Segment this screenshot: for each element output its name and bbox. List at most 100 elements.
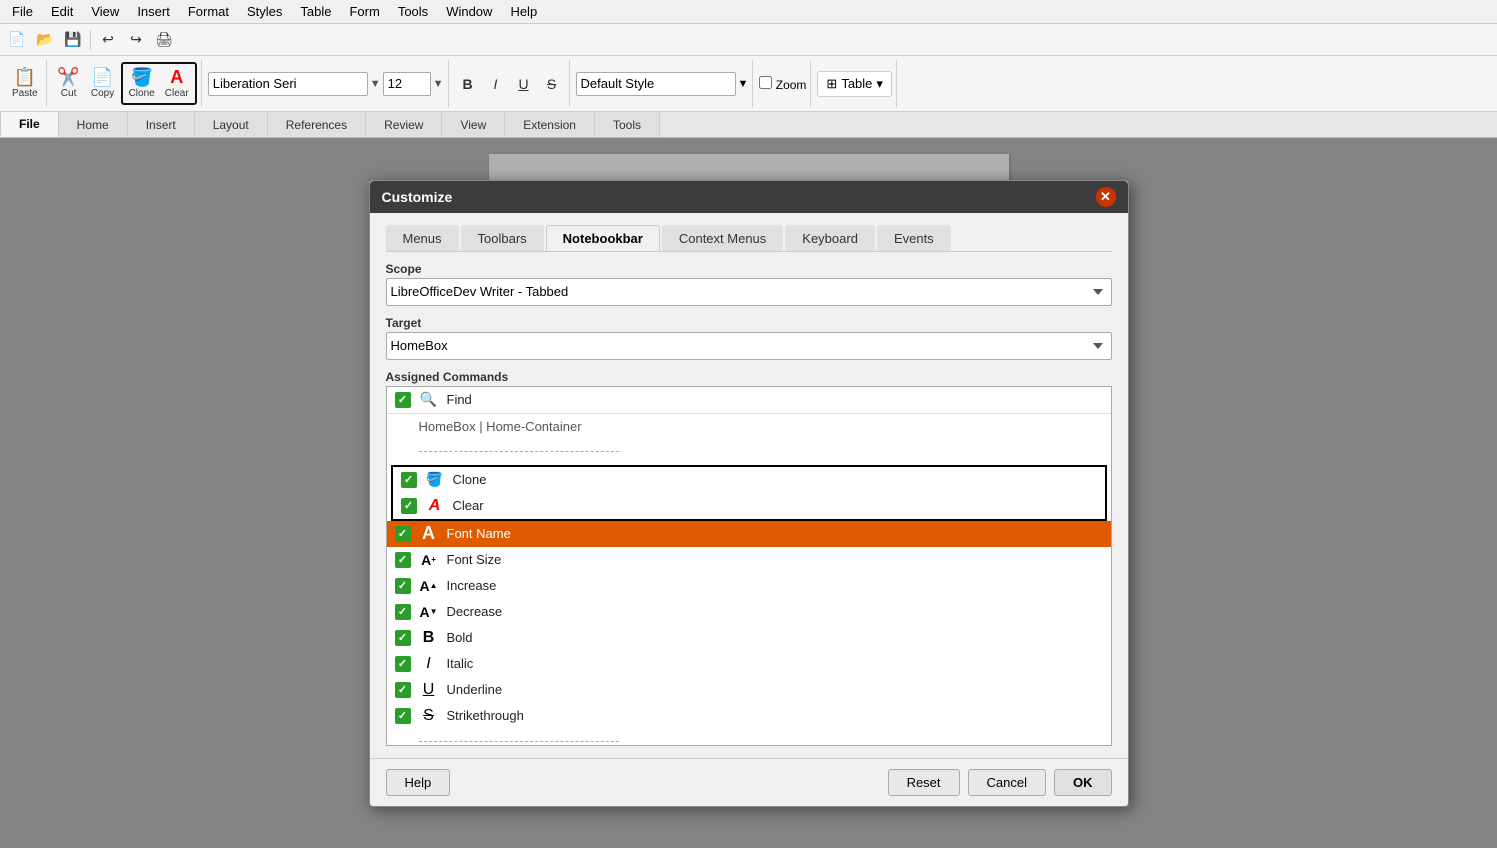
commands-list[interactable]: 🔍 Find HomeBox | Home-Container [386,386,1112,746]
nb-tab-extension[interactable]: Extension [505,112,595,137]
cmd-underline-checkbox[interactable] [395,682,411,698]
menu-edit[interactable]: Edit [43,2,81,21]
copy-button[interactable]: 📄 Copy [87,66,119,101]
cmd-clone-checkbox[interactable] [401,472,417,488]
copy-label: Copy [91,88,114,99]
cmd-sep1 [387,439,1111,465]
font-size-label: ▼ [370,78,381,90]
zoom-checkbox-label: Zoom [759,76,806,92]
cmd-bold[interactable]: B Bold [387,625,1111,651]
undo-button[interactable]: ↩ [95,27,121,53]
style-group: ▼ [572,60,754,107]
toolbar-sep-1 [90,30,91,50]
clear-label: Clear [165,88,189,99]
cmd-increase-label: Increase [447,578,497,593]
nb-tab-layout[interactable]: Layout [195,112,268,137]
clone-button[interactable]: 🪣 Clone [125,66,159,101]
menu-bar: File Edit View Insert Format Styles Tabl… [0,0,1497,24]
cut-button[interactable]: ✂️ Cut [53,66,85,101]
clear-button[interactable]: A Clear [161,66,193,101]
cmd-bold-icon: B [419,628,439,648]
cut-label: Cut [61,88,77,99]
underline-button[interactable]: U [511,71,537,97]
nb-tab-review[interactable]: Review [366,112,442,137]
cmd-strikethrough-checkbox[interactable] [395,708,411,724]
cmd-find-icon: 🔍 [419,390,439,410]
style-input[interactable] [576,72,736,96]
nb-tab-file[interactable]: File [0,112,59,137]
dialog-tab-notebookbar[interactable]: Notebookbar [546,225,660,251]
help-button[interactable]: Help [386,769,451,796]
zoom-checkbox[interactable] [759,76,772,89]
menu-tools[interactable]: Tools [390,2,436,21]
menu-view[interactable]: View [83,2,127,21]
cmd-increase[interactable]: A▲ Increase [387,573,1111,599]
cmd-font-size[interactable]: A+ Font Size [387,547,1111,573]
clone-icon: 🪣 [130,68,152,86]
app-window: File Edit View Insert Format Styles Tabl… [0,0,1497,848]
nb-tab-insert[interactable]: Insert [128,112,195,137]
font-size-dropdown-icon: ▼ [433,78,444,90]
customize-dialog: Customize ✕ Menus Toolbars Notebookbar C… [369,180,1129,807]
assigned-commands-label: Assigned Commands [386,370,1112,384]
cmd-font-size-checkbox[interactable] [395,552,411,568]
dialog-tab-context-menus[interactable]: Context Menus [662,225,783,251]
cmd-decrease-label: Decrease [447,604,503,619]
font-size-input[interactable] [383,72,431,96]
menu-window[interactable]: Window [438,2,500,21]
document-area: Customize ✕ Menus Toolbars Notebookbar C… [0,138,1497,848]
menu-table[interactable]: Table [292,2,339,21]
cmd-underline[interactable]: U Underline [387,677,1111,703]
cmd-font-size-label: Font Size [447,552,502,567]
menu-styles[interactable]: Styles [239,2,290,21]
nb-tab-references[interactable]: References [268,112,366,137]
paste-button[interactable]: 📋 Paste [8,66,42,101]
nb-tab-home[interactable]: Home [59,112,128,137]
menu-form[interactable]: Form [341,2,387,21]
target-select[interactable]: HomeBox [386,332,1112,360]
reset-button[interactable]: Reset [888,769,960,796]
ok-button[interactable]: OK [1054,769,1112,796]
dialog-close-button[interactable]: ✕ [1096,187,1116,207]
cmd-clear-checkbox[interactable] [401,498,417,514]
bold-button[interactable]: B [455,71,481,97]
font-name-input[interactable] [208,72,368,96]
save-button[interactable]: 💾 [60,27,86,53]
cmd-font-name[interactable]: A Font Name [387,521,1111,547]
dialog-tab-keyboard[interactable]: Keyboard [785,225,875,251]
cmd-increase-checkbox[interactable] [395,578,411,594]
dialog-tab-toolbars[interactable]: Toolbars [461,225,544,251]
cmd-font-name-checkbox[interactable] [395,526,411,542]
cmd-find-checkbox[interactable] [395,392,411,408]
italic-button[interactable]: I [483,71,509,97]
cmd-bold-checkbox[interactable] [395,630,411,646]
table-button[interactable]: ⊞ Table ▾ [817,71,892,97]
new-button[interactable]: 📄 [4,27,30,53]
strike-button[interactable]: S [539,71,565,97]
cmd-strikethrough[interactable]: S Strikethrough [387,703,1111,729]
redo-button[interactable]: ↪ [123,27,149,53]
cmd-decrease-checkbox[interactable] [395,604,411,620]
cmd-underline-icon: U [419,680,439,700]
cmd-find[interactable]: 🔍 Find [387,387,1111,413]
nb-tab-tools[interactable]: Tools [595,112,660,137]
cmd-clear[interactable]: A Clear [393,493,1105,519]
cmd-clone[interactable]: 🪣 Clone [393,467,1105,493]
menu-file[interactable]: File [4,2,41,21]
cmd-increase-icon: A▲ [419,576,439,596]
nb-tab-view[interactable]: View [442,112,505,137]
menu-format[interactable]: Format [180,2,237,21]
cmd-italic-checkbox[interactable] [395,656,411,672]
menu-help[interactable]: Help [502,2,545,21]
cancel-button[interactable]: Cancel [968,769,1046,796]
menu-insert[interactable]: Insert [129,2,178,21]
dialog-tab-events[interactable]: Events [877,225,951,251]
table-group: ⊞ Table ▾ [813,60,897,107]
dialog-tab-menus[interactable]: Menus [386,225,459,251]
scope-select[interactable]: LibreOfficeDev Writer - Tabbed [386,278,1112,306]
cmd-italic[interactable]: I Italic [387,651,1111,677]
cmd-decrease[interactable]: A▼ Decrease [387,599,1111,625]
print-button[interactable]: 🖨 [151,27,177,53]
table-icon: ⊞ [826,76,837,92]
open-button[interactable]: 📂 [32,27,58,53]
